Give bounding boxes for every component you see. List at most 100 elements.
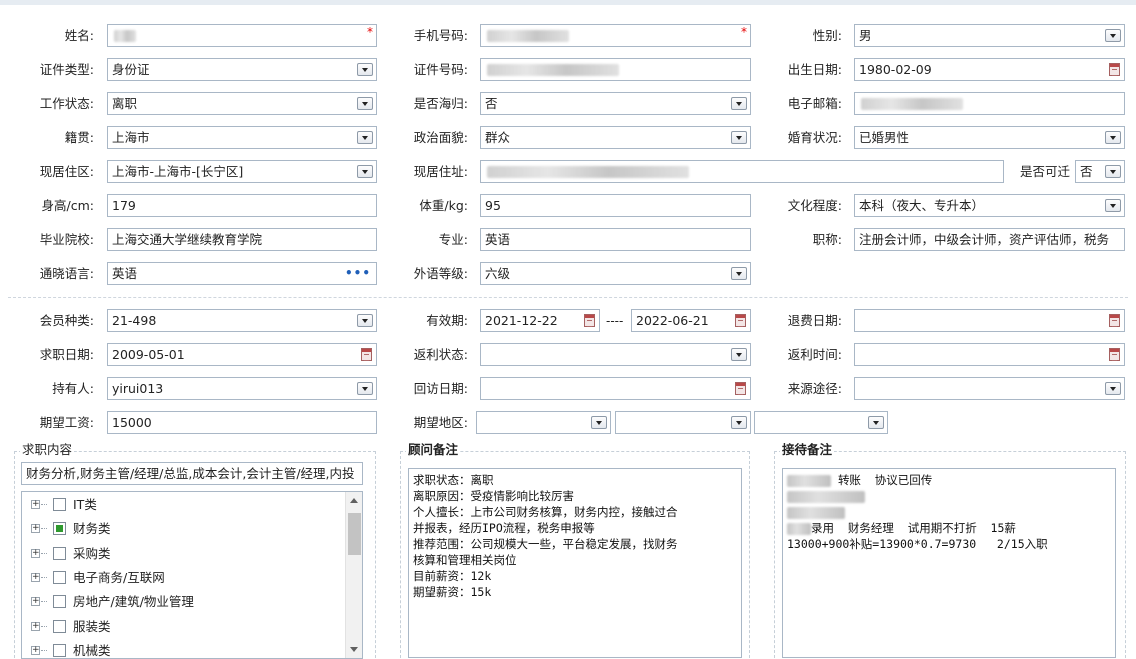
tree-item[interactable]: + IT类 — [22, 493, 342, 517]
consultant-note-line: 目前薪资：12k — [413, 569, 492, 583]
language-field[interactable]: 英语 ••• — [107, 262, 377, 285]
reception-notes-textarea[interactable]: 转账 协议已回传 录用 财务经理 试用期不打折 15薪 13000+900补贴=13… — [782, 468, 1116, 658]
calendar-icon[interactable] — [1109, 314, 1120, 327]
member-type-select[interactable]: 21-498 — [107, 309, 377, 332]
tree-checkbox[interactable] — [53, 498, 66, 511]
tree-checkbox[interactable] — [53, 570, 66, 584]
tree-checkbox[interactable] — [53, 546, 66, 560]
education-select[interactable]: 本科（夜大、专升本） — [854, 194, 1125, 217]
calendar-icon[interactable] — [1109, 348, 1120, 361]
chevron-down-icon[interactable] — [357, 131, 373, 144]
calendar-icon[interactable] — [1109, 63, 1120, 76]
area-province-select[interactable] — [476, 411, 611, 434]
chevron-down-icon[interactable] — [1105, 382, 1121, 395]
native-select[interactable]: 上海市 — [107, 126, 377, 149]
visit-date-field[interactable] — [480, 377, 751, 400]
school-field[interactable]: 上海交通大学继续教育学院 — [107, 228, 377, 251]
tree-connector — [41, 504, 47, 505]
phone-field[interactable]: * — [480, 24, 751, 47]
chevron-down-icon[interactable] — [357, 314, 373, 327]
chevron-down-icon[interactable] — [731, 267, 747, 280]
chevron-down-icon[interactable] — [357, 97, 373, 110]
tree-checkbox[interactable] — [53, 643, 66, 657]
expand-plus-icon[interactable]: + — [31, 572, 40, 582]
tree-item[interactable]: + 服装类 — [22, 615, 342, 639]
address-field[interactable] — [480, 160, 1004, 183]
chevron-down-icon[interactable] — [731, 97, 747, 110]
major-field[interactable]: 英语 — [480, 228, 751, 251]
chevron-down-icon[interactable] — [731, 348, 747, 361]
id-type-select[interactable]: 身份证 — [107, 58, 377, 81]
job-summary-field[interactable]: 财务分析,财务主管/经理/总监,成本会计,会计主管/经理,内投 — [21, 462, 363, 485]
chevron-down-icon[interactable] — [1105, 199, 1121, 212]
political-select[interactable]: 群众 — [480, 126, 751, 149]
calendar-icon[interactable] — [735, 382, 746, 395]
chevron-down-icon[interactable] — [1105, 165, 1121, 178]
height-label: 身高/cm: — [41, 198, 94, 213]
expand-plus-icon[interactable]: + — [31, 524, 40, 534]
refund-date-field[interactable] — [854, 309, 1125, 332]
gender-select[interactable]: 男 — [854, 24, 1125, 47]
rebate-status-select[interactable] — [480, 343, 751, 366]
expand-plus-icon[interactable]: + — [31, 548, 40, 558]
expand-plus-icon[interactable]: + — [31, 645, 40, 655]
title-field[interactable]: 注册会计师，中级会计师，资产评估师，税务 — [854, 228, 1125, 251]
chevron-down-icon[interactable] — [591, 416, 607, 429]
chevron-down-icon[interactable] — [731, 416, 747, 429]
work-status-select[interactable]: 离职 — [107, 92, 377, 115]
calendar-icon[interactable] — [735, 314, 746, 327]
name-field[interactable]: * — [107, 24, 377, 47]
chevron-down-icon[interactable] — [731, 131, 747, 144]
chevron-down-icon[interactable] — [357, 63, 373, 76]
calendar-icon[interactable] — [361, 348, 372, 361]
rebate-time-field[interactable] — [854, 343, 1125, 366]
id-no-field[interactable] — [480, 58, 751, 81]
job-category-tree[interactable]: + IT类 + 财务类 + 采购类 + 电子商务/互联网 + 房地产/建筑/物业管理 + 服装类 + 机械… — [21, 491, 363, 659]
area-district-select[interactable] — [754, 411, 888, 434]
tree-item[interactable]: + 电子商务/互联网 — [22, 566, 342, 590]
birth-date-field[interactable]: 1980-02-09 — [854, 58, 1125, 81]
ellipsis-icon[interactable]: ••• — [345, 266, 371, 280]
region-select[interactable]: 上海市-上海市-[长宁区] — [107, 160, 377, 183]
chevron-down-icon[interactable] — [357, 165, 373, 178]
tree-item[interactable]: + 房地产/建筑/物业管理 — [22, 590, 342, 614]
marital-select[interactable]: 已婚男性 — [854, 126, 1125, 149]
scroll-up-icon[interactable] — [350, 498, 358, 503]
email-field[interactable] — [854, 92, 1125, 115]
tree-checkbox[interactable] — [53, 619, 66, 633]
chevron-down-icon[interactable] — [868, 416, 884, 429]
returnee-select[interactable]: 否 — [480, 92, 751, 115]
relocate-select[interactable]: 否 — [1075, 160, 1125, 183]
source-select[interactable] — [854, 377, 1125, 400]
tree-checkbox[interactable] — [53, 522, 66, 536]
region-label: 现居住区: — [39, 164, 94, 179]
tree-item[interactable]: + 财务类 — [22, 517, 342, 541]
chevron-down-icon[interactable] — [357, 382, 373, 395]
salary-field[interactable]: 15000 — [107, 411, 377, 434]
consultant-notes-textarea[interactable]: 求职状态：离职 离职原因：受疫情影响比较厉害 个人擅长：上市公司财务核算，财务内控，… — [408, 468, 742, 658]
holder-select[interactable]: yirui013 — [107, 377, 377, 400]
rebate-status-label: 返利状态: — [413, 347, 468, 362]
lang-level-select[interactable]: 六级 — [480, 262, 751, 285]
tree-item[interactable]: + 采购类 — [22, 542, 342, 566]
gender-value: 男 — [859, 28, 872, 43]
area-city-select[interactable] — [615, 411, 751, 434]
work-status-label: 工作状态: — [39, 96, 94, 111]
tree-checkbox[interactable] — [53, 595, 66, 609]
valid-start-field[interactable]: 2021-12-22 — [480, 309, 600, 332]
chevron-down-icon[interactable] — [1105, 131, 1121, 144]
scroll-thumb[interactable] — [348, 513, 361, 555]
apply-date-field[interactable]: 2009-05-01 — [107, 343, 377, 366]
expand-plus-icon[interactable]: + — [31, 621, 40, 631]
scroll-down-icon[interactable] — [350, 647, 358, 652]
height-field[interactable]: 179 — [107, 194, 377, 217]
weight-field[interactable]: 95 — [480, 194, 751, 217]
expand-plus-icon[interactable]: + — [31, 500, 40, 509]
valid-end-field[interactable]: 2022-06-21 — [631, 309, 751, 332]
calendar-icon[interactable] — [584, 314, 595, 327]
expand-plus-icon[interactable]: + — [31, 597, 40, 607]
tree-item-label: 电子商务/互联网 — [73, 569, 165, 585]
tree-scrollbar[interactable] — [345, 492, 362, 658]
chevron-down-icon[interactable] — [1105, 29, 1121, 42]
tree-item[interactable]: + 机械类 — [22, 639, 342, 658]
